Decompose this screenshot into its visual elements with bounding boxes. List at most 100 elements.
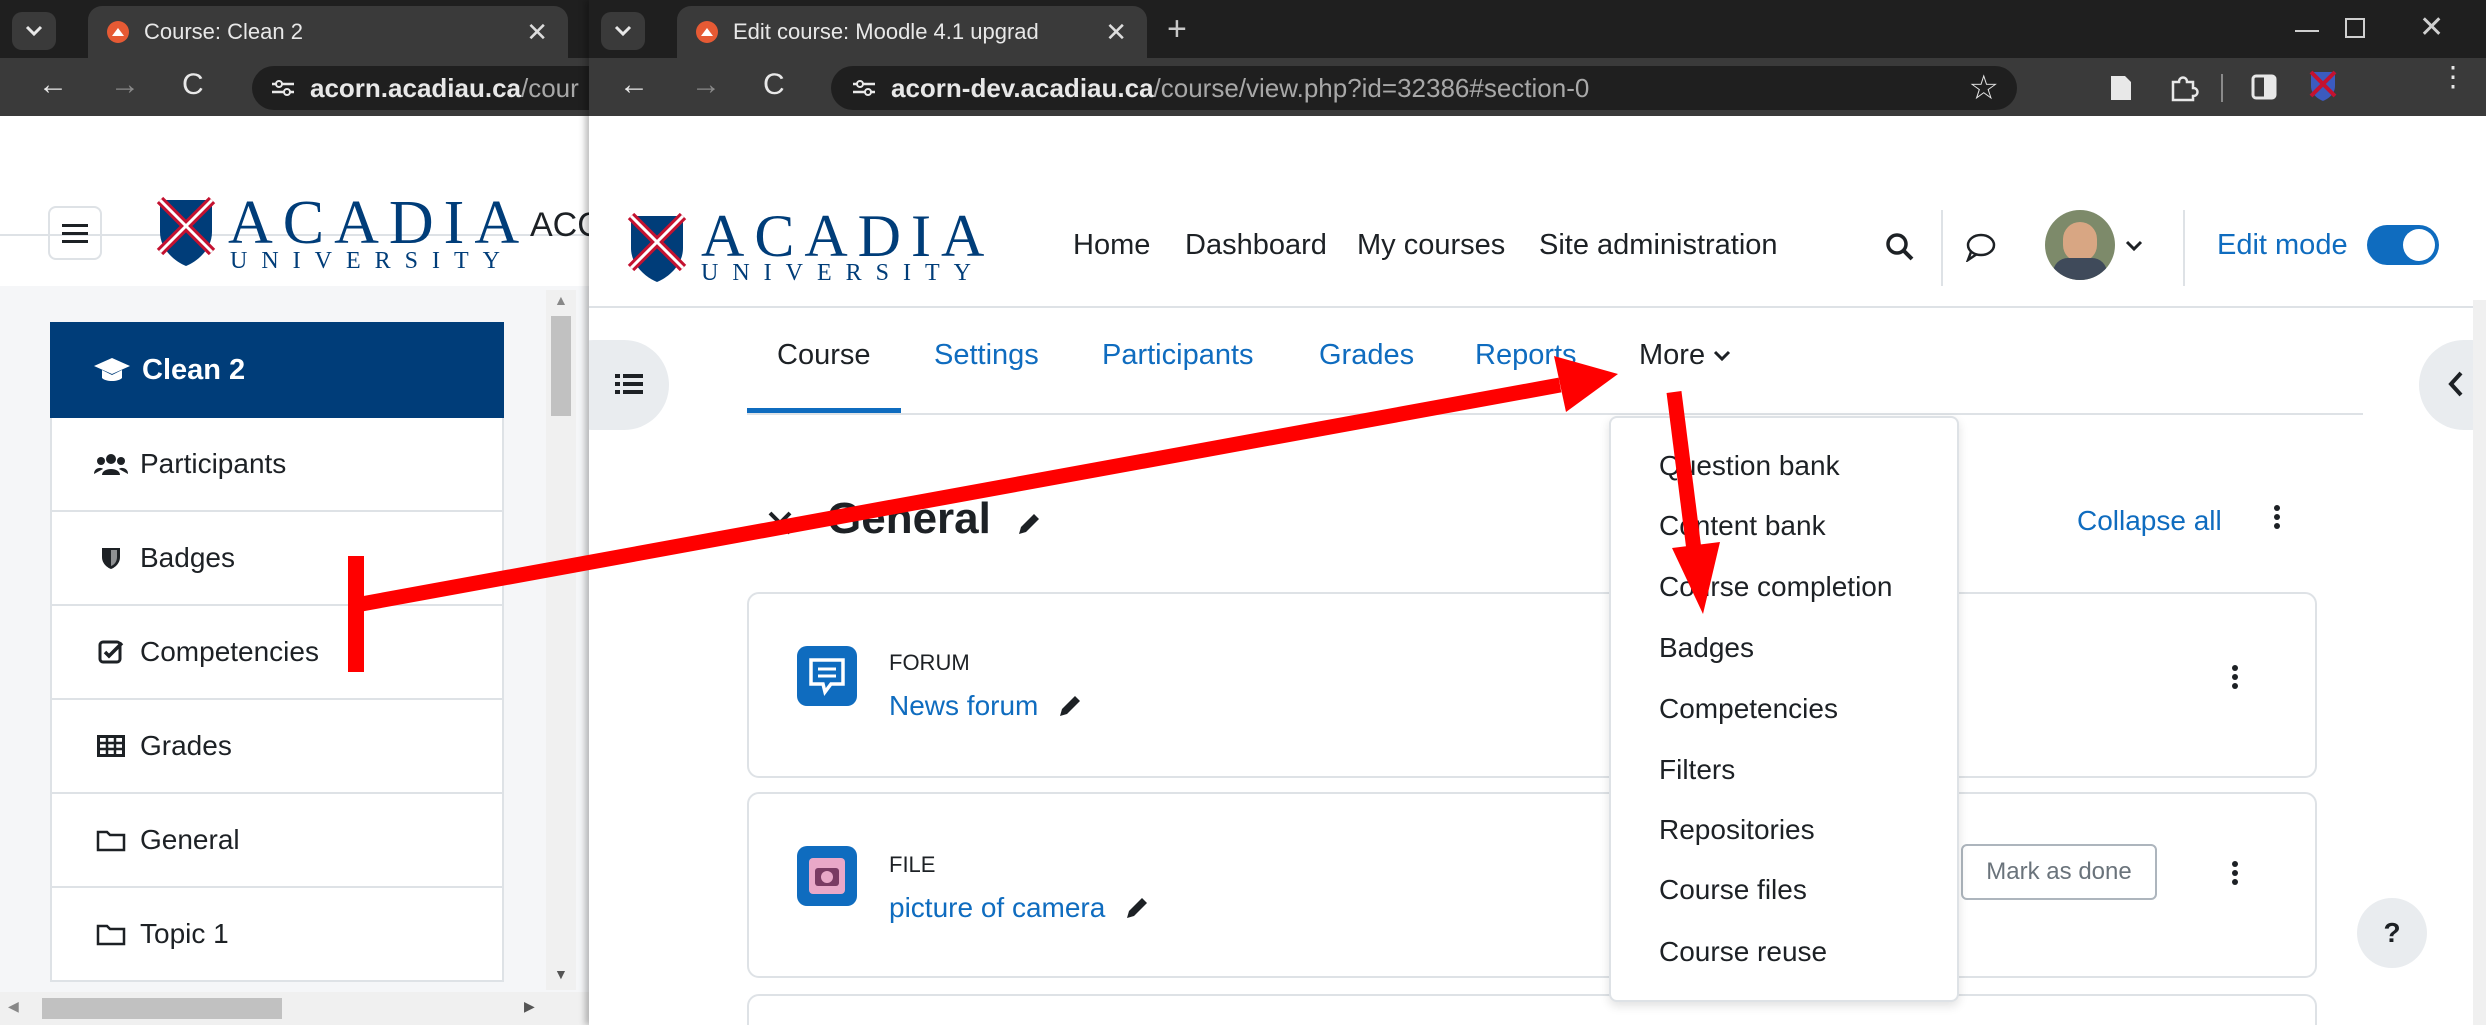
folder-icon — [96, 830, 126, 852]
back-toolbar: ← → C acorn.acadiau.ca/cour — [0, 58, 600, 116]
forward-arrow-icon[interactable]: → — [110, 68, 140, 102]
messages-icon[interactable] — [1965, 232, 1997, 262]
avatar[interactable] — [2045, 210, 2115, 280]
activity-actions-menu-icon[interactable] — [2232, 662, 2238, 692]
front-active-tab[interactable]: Edit course: Moodle 4.1 upgrad ✕ — [677, 6, 1147, 58]
collapse-section-icon[interactable] — [767, 510, 793, 536]
side-panel-icon[interactable] — [2251, 74, 2277, 100]
menu-item-content-bank[interactable]: Content bank — [1659, 510, 1826, 542]
close-tab-icon[interactable]: ✕ — [1105, 17, 1127, 48]
reload-icon[interactable]: C — [763, 68, 785, 102]
collapse-all-link[interactable]: Collapse all — [2077, 505, 2222, 537]
check-square-icon — [98, 640, 124, 664]
tab-search-button[interactable] — [12, 12, 56, 50]
acadia-subtitle: UNIVERSITY — [230, 248, 514, 274]
tab-course[interactable]: Course — [777, 339, 871, 372]
front-address-bar[interactable]: acorn-dev.acadiau.ca/course/view.php?id=… — [831, 66, 2017, 110]
tab-reports[interactable]: Reports — [1475, 339, 1577, 372]
more-label: More — [1639, 339, 1706, 371]
address-host: acorn.acadiau.ca — [310, 72, 521, 103]
course-title-item[interactable]: Clean 2 — [50, 322, 504, 418]
acadia-crest-icon[interactable] — [627, 212, 687, 284]
scroll-right-icon[interactable]: ▶ — [524, 998, 535, 1015]
forward-arrow-icon[interactable]: → — [691, 68, 721, 102]
navbar-bottom-border — [589, 306, 2486, 308]
help-button[interactable]: ? — [2357, 898, 2427, 968]
maximize-icon[interactable] — [2345, 18, 2365, 38]
menu-item-question-bank[interactable]: Question bank — [1659, 450, 1840, 482]
sidebar-item-badges[interactable]: Badges — [50, 512, 504, 606]
activity-card-file: FILE picture of camera Mark as done — [747, 792, 2317, 978]
address-path: /cour — [521, 72, 579, 103]
acadia-subtitle: UNIVERSITY — [701, 260, 985, 286]
browser-menu-icon[interactable]: ⋮ — [2439, 63, 2467, 91]
menu-item-competencies[interactable]: Competencies — [1659, 693, 1838, 725]
tab-grades[interactable]: Grades — [1319, 339, 1414, 372]
extensions-icon[interactable] — [2169, 72, 2199, 102]
minimize-icon[interactable] — [2295, 30, 2319, 32]
tab-settings[interactable]: Settings — [934, 339, 1039, 372]
sidebar-item-label: Participants — [140, 448, 287, 479]
edit-mode-toggle[interactable] — [2367, 225, 2439, 265]
nav-home[interactable]: Home — [1073, 229, 1150, 262]
vertical-scrollbar[interactable]: ▲ ▼ — [546, 290, 576, 990]
sidebar-item-topic-1[interactable]: Topic 1 — [50, 888, 504, 982]
profile-extension-icon[interactable] — [2309, 70, 2337, 102]
menu-item-repositories[interactable]: Repositories — [1659, 814, 1815, 846]
nav-site-administration[interactable]: Site administration — [1539, 229, 1778, 262]
search-icon[interactable] — [1885, 232, 1915, 262]
graduation-cap-icon — [94, 358, 130, 381]
folder-icon — [96, 924, 126, 946]
new-tab-icon[interactable]: + — [1167, 10, 1187, 49]
tab-more[interactable]: More — [1639, 339, 1731, 372]
sidebar-item-competencies[interactable]: Competencies — [50, 606, 504, 700]
horizontal-scrollbar[interactable]: ◀ ▶ — [0, 992, 600, 1025]
section-title: General — [827, 494, 991, 543]
menu-item-course-completion[interactable]: Course completion — [1659, 571, 1892, 603]
activity-name-link[interactable]: picture of camera — [889, 892, 1105, 924]
menu-item-course-files[interactable]: Course files — [1659, 874, 1807, 906]
scrollbar-thumb[interactable] — [551, 316, 571, 416]
site-navbar: ACADIA UNIVERSITY — [589, 116, 2486, 306]
pencil-icon[interactable] — [1123, 894, 1151, 922]
pencil-icon[interactable] — [1056, 692, 1084, 720]
pencil-icon[interactable] — [1015, 510, 1043, 538]
menu-item-course-reuse[interactable]: Course reuse — [1659, 936, 1827, 968]
close-window-icon[interactable]: ✕ — [2419, 10, 2444, 45]
reading-list-icon[interactable] — [2109, 74, 2133, 102]
back-arrow-icon[interactable]: ← — [38, 68, 68, 102]
edit-mode-label[interactable]: Edit mode — [2217, 229, 2348, 262]
more-dropdown-menu: Question bank Content bank Course comple… — [1609, 416, 1959, 1002]
front-toolbar: ← → C acorn-dev.acadiau.ca/course/view.p… — [589, 58, 2486, 116]
bookmark-star-icon[interactable]: ☆ — [1969, 68, 1999, 108]
section-actions-menu-icon[interactable] — [2274, 502, 2280, 532]
page-scrollbar[interactable] — [2473, 300, 2486, 1025]
sidebar-item-label: General — [140, 824, 240, 855]
menu-item-filters[interactable]: Filters — [1659, 754, 1735, 786]
menu-item-badges[interactable]: Badges — [1659, 632, 1754, 664]
chevron-down-icon[interactable] — [2125, 240, 2143, 252]
scroll-up-icon[interactable]: ▲ — [554, 292, 568, 308]
scroll-left-icon[interactable]: ◀ — [8, 998, 19, 1015]
tab-participants[interactable]: Participants — [1102, 339, 1254, 372]
secondary-nav-border — [747, 413, 2363, 415]
close-tab-icon[interactable]: ✕ — [526, 17, 548, 48]
mark-as-done-button[interactable]: Mark as done — [1961, 844, 2157, 900]
address-host: acorn-dev.acadiau.ca — [891, 72, 1154, 103]
activity-name-link[interactable]: News forum — [889, 690, 1038, 722]
tab-search-button[interactable] — [601, 12, 645, 50]
back-active-tab[interactable]: Course: Clean 2 ✕ — [88, 6, 568, 58]
tab-title: Course: Clean 2 — [144, 19, 303, 44]
back-address-bar[interactable]: acorn.acadiau.ca/cour — [252, 66, 600, 110]
activity-actions-menu-icon[interactable] — [2232, 858, 2238, 888]
nav-my-courses[interactable]: My courses — [1357, 229, 1505, 262]
sidebar-item-general[interactable]: General — [50, 794, 504, 888]
reload-icon[interactable]: C — [182, 68, 204, 102]
nav-dashboard[interactable]: Dashboard — [1185, 229, 1327, 262]
sidebar-item-participants[interactable]: Participants — [50, 418, 504, 512]
scrollbar-thumb[interactable] — [42, 998, 282, 1019]
scroll-down-icon[interactable]: ▼ — [554, 966, 568, 982]
sidebar-item-grades[interactable]: Grades — [50, 700, 504, 794]
drawer-toggle-button[interactable] — [48, 206, 102, 260]
back-arrow-icon[interactable]: ← — [619, 68, 649, 102]
